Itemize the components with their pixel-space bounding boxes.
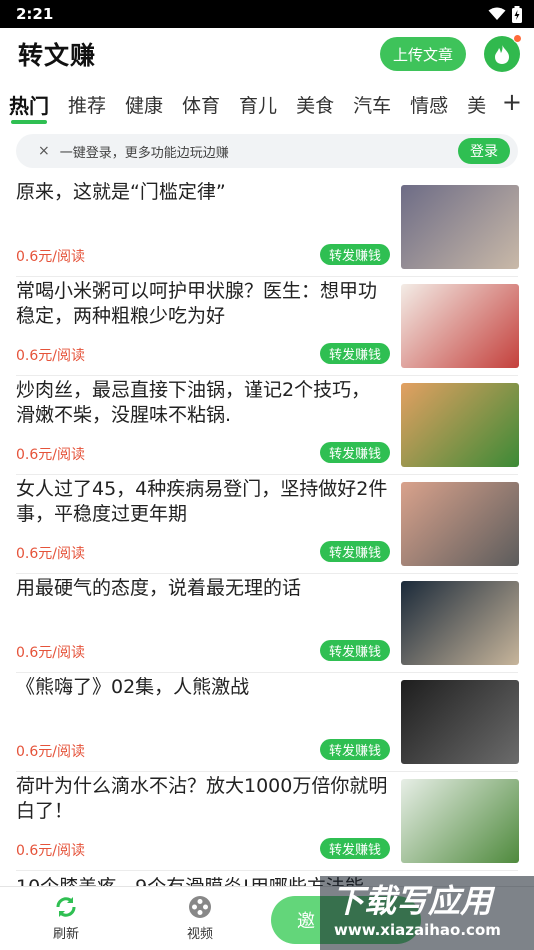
article-thumbnail[interactable] <box>401 185 519 269</box>
share-earn-button[interactable]: 转发赚钱 <box>320 640 391 661</box>
tab-food[interactable]: 美食 <box>296 84 334 124</box>
tab-health[interactable]: 健康 <box>125 84 163 124</box>
fire-button[interactable] <box>484 34 522 72</box>
video-tab[interactable]: 视频 <box>170 895 230 942</box>
app-title: 转文赚 <box>18 41 97 70</box>
login-button[interactable]: 登录 <box>458 138 510 164</box>
share-earn-button[interactable]: 转发赚钱 <box>320 244 391 265</box>
watermark-title: 下载写应用 <box>332 882 493 920</box>
status-time: 2:21 <box>16 5 54 23</box>
article-price: 0.6元/阅读 <box>16 447 85 463</box>
article-thumbnail[interactable] <box>401 383 519 467</box>
refresh-tab[interactable]: 刷新 <box>36 895 96 942</box>
list-item[interactable]: 《熊嗨了》02集，人熊激战 0.6元/阅读 转发赚钱 <box>16 673 519 772</box>
article-thumbnail[interactable] <box>401 680 519 764</box>
film-reel-icon <box>189 896 211 918</box>
login-prompt-bar: × 一键登录，更多功能边玩边赚 登录 <box>16 134 518 168</box>
add-tab-button[interactable]: + <box>502 88 522 116</box>
list-item[interactable]: 女人过了45，4种疾病易登门，坚持做好2件事，平稳度过更年期 0.6元/阅读 转… <box>16 475 519 574</box>
article-title[interactable]: 《熊嗨了》02集，人熊激战 <box>16 675 388 700</box>
tab-hot[interactable]: 热门 <box>9 84 49 124</box>
watermark-url: www.xiazaihao.com <box>334 921 501 939</box>
share-earn-button[interactable]: 转发赚钱 <box>320 442 391 463</box>
watermark-logo: 下载写应用 www.xiazaihao.com <box>320 876 534 950</box>
list-item[interactable]: 荷叶为什么滴水不沾？放大1000万倍你就明白了！ 0.6元/阅读 转发赚钱 <box>16 772 519 871</box>
article-title[interactable]: 炒肉丝，最忌直接下油锅，谨记2个技巧，滑嫩不柴，没腥味不粘锅. <box>16 378 388 428</box>
tab-cars[interactable]: 汽车 <box>353 84 391 124</box>
article-title[interactable]: 原来，这就是“门槛定律” <box>16 180 388 205</box>
app-header: 转文赚 上传文章 <box>0 28 534 80</box>
refresh-icon <box>56 897 76 917</box>
list-item[interactable]: 用最硬气的态度，说着最无理的话 0.6元/阅读 转发赚钱 <box>16 574 519 673</box>
tab-beauty[interactable]: 美 <box>467 84 486 124</box>
status-bar: 2:21 <box>0 0 534 28</box>
article-title[interactable]: 用最硬气的态度，说着最无理的话 <box>16 576 388 601</box>
wifi-icon <box>488 7 506 20</box>
share-earn-button[interactable]: 转发赚钱 <box>320 838 391 859</box>
login-prompt-text: 一键登录，更多功能边玩边赚 <box>59 145 229 161</box>
article-title[interactable]: 女人过了45，4种疾病易登门，坚持做好2件事，平稳度过更年期 <box>16 477 388 527</box>
article-thumbnail[interactable] <box>401 284 519 368</box>
article-price: 0.6元/阅读 <box>16 249 85 265</box>
notification-dot <box>513 34 522 43</box>
list-item[interactable]: 常喝小米粥可以呵护甲状腺？医生：想甲功稳定，两种粗粮少吃为好 0.6元/阅读 转… <box>16 277 519 376</box>
tab-sports[interactable]: 体育 <box>182 84 220 124</box>
article-thumbnail[interactable] <box>401 482 519 566</box>
upload-article-button[interactable]: 上传文章 <box>379 37 466 71</box>
tab-recommend[interactable]: 推荐 <box>68 84 106 124</box>
tab-parenting[interactable]: 育儿 <box>239 84 277 124</box>
article-thumbnail[interactable] <box>401 581 519 665</box>
article-price: 0.6元/阅读 <box>16 348 85 364</box>
share-earn-button[interactable]: 转发赚钱 <box>320 343 391 364</box>
article-price: 0.6元/阅读 <box>16 843 85 859</box>
refresh-label: 刷新 <box>52 927 79 942</box>
video-label: 视频 <box>186 927 213 942</box>
article-thumbnail[interactable] <box>401 779 519 863</box>
article-price: 0.6元/阅读 <box>16 546 85 562</box>
battery-icon <box>512 5 522 23</box>
article-price: 0.6元/阅读 <box>16 645 85 661</box>
article-feed: 原来，这就是“门槛定律” 0.6元/阅读 转发赚钱 常喝小米粥可以呵护甲状腺？医… <box>0 178 534 950</box>
share-earn-button[interactable]: 转发赚钱 <box>320 739 391 760</box>
close-icon[interactable]: × <box>38 143 50 159</box>
article-title[interactable]: 常喝小米粥可以呵护甲状腺？医生：想甲功稳定，两种粗粮少吃为好 <box>16 279 388 329</box>
article-title[interactable]: 荷叶为什么滴水不沾？放大1000万倍你就明白了！ <box>16 774 388 824</box>
article-price: 0.6元/阅读 <box>16 744 85 760</box>
status-icons <box>488 5 522 23</box>
flame-icon <box>495 44 509 64</box>
category-tabs: 热门 推荐 健康 体育 育儿 美食 汽车 情感 美 <box>0 82 534 126</box>
tab-emotion[interactable]: 情感 <box>410 84 448 124</box>
list-item[interactable]: 原来，这就是“门槛定律” 0.6元/阅读 转发赚钱 <box>16 178 519 277</box>
share-earn-button[interactable]: 转发赚钱 <box>320 541 391 562</box>
list-item[interactable]: 炒肉丝，最忌直接下油锅，谨记2个技巧，滑嫩不柴，没腥味不粘锅. 0.6元/阅读 … <box>16 376 519 475</box>
